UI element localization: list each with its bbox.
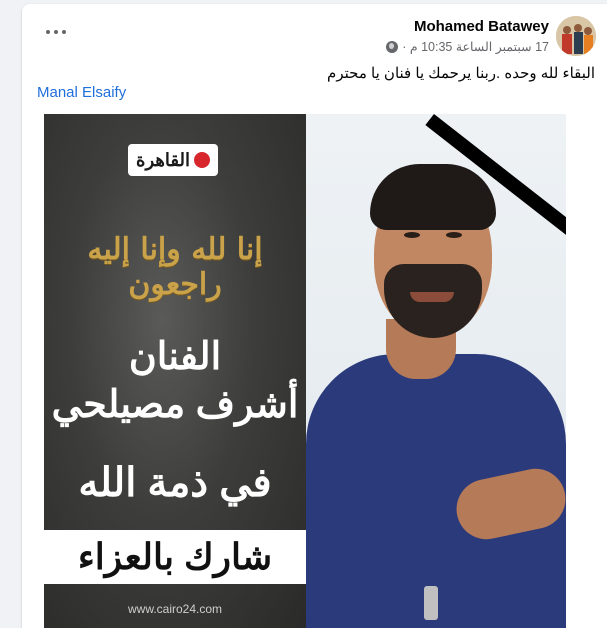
mouth <box>410 292 454 302</box>
condolence-banner: شارك بالعزاء <box>44 530 306 584</box>
site-url: www.cairo24.com <box>127 602 223 616</box>
avatar[interactable] <box>556 16 596 56</box>
post-meta: 17 سبتمبر الساعة 10:35 م · <box>386 39 549 54</box>
portrait-photo <box>306 114 566 628</box>
post-text: البقاء لله وحده .ربنا يرحمك يا فنان يا م… <box>327 65 595 82</box>
left-eye <box>404 232 420 238</box>
post-timestamp[interactable]: 17 سبتمبر الساعة 10:35 م · <box>402 39 549 54</box>
post-image[interactable]: القاهرة إنا لله وإنا إليه راجعون الفنان … <box>44 114 566 628</box>
post-card: Mohamed Batawey 17 سبتمبر الساعة 10:35 م… <box>22 4 607 628</box>
rip-text: في ذمة الله <box>78 461 272 505</box>
tagged-user-link[interactable]: Manal Elsaify <box>37 84 126 101</box>
bracelet <box>424 586 438 620</box>
logo-mark-icon <box>193 152 210 168</box>
artist-name: أشرف مصيلحي <box>51 384 299 426</box>
cairo24-logo: القاهرة <box>128 144 218 176</box>
author-name[interactable]: Mohamed Batawey <box>414 18 549 35</box>
obituary-card: القاهرة إنا لله وإنا إليه راجعون الفنان … <box>44 114 306 628</box>
right-eye <box>446 232 462 238</box>
more-options-icon[interactable] <box>46 30 66 34</box>
quran-verse: إنا لله وإنا إليه راجعون <box>87 232 263 302</box>
logo-text: القاهرة <box>136 149 190 170</box>
artist-label: الفنان <box>128 336 222 378</box>
globe-icon[interactable] <box>386 40 399 53</box>
hair <box>370 164 496 230</box>
